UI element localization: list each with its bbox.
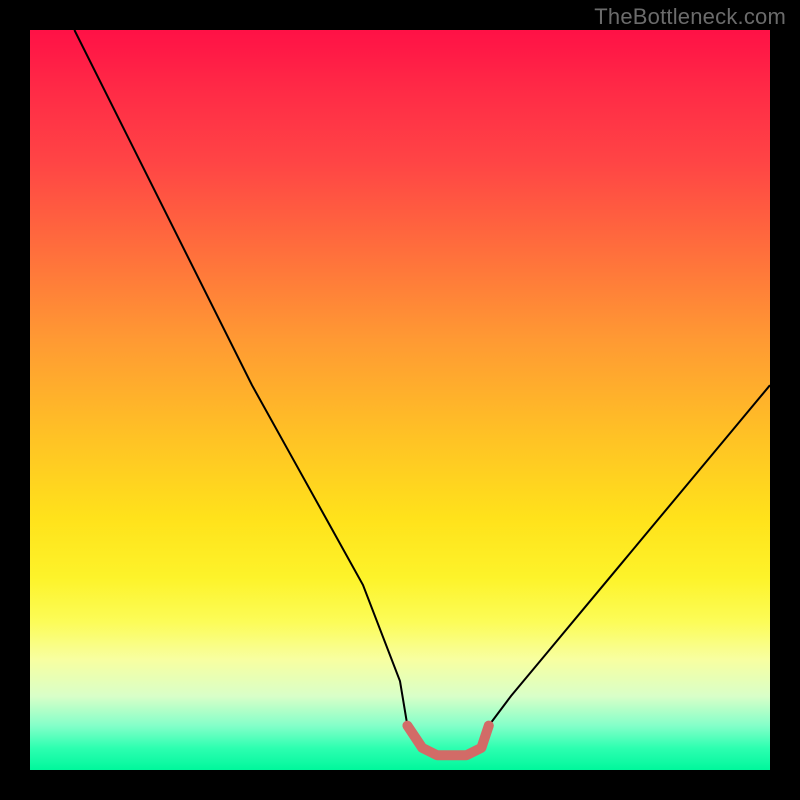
chart-frame: TheBottleneck.com xyxy=(0,0,800,800)
curve-overlay-svg xyxy=(30,30,770,770)
plot-area xyxy=(30,30,770,770)
bottleneck-curve-path xyxy=(74,30,770,755)
sweet-spot-band-path xyxy=(407,726,488,756)
watermark-text: TheBottleneck.com xyxy=(594,4,786,30)
